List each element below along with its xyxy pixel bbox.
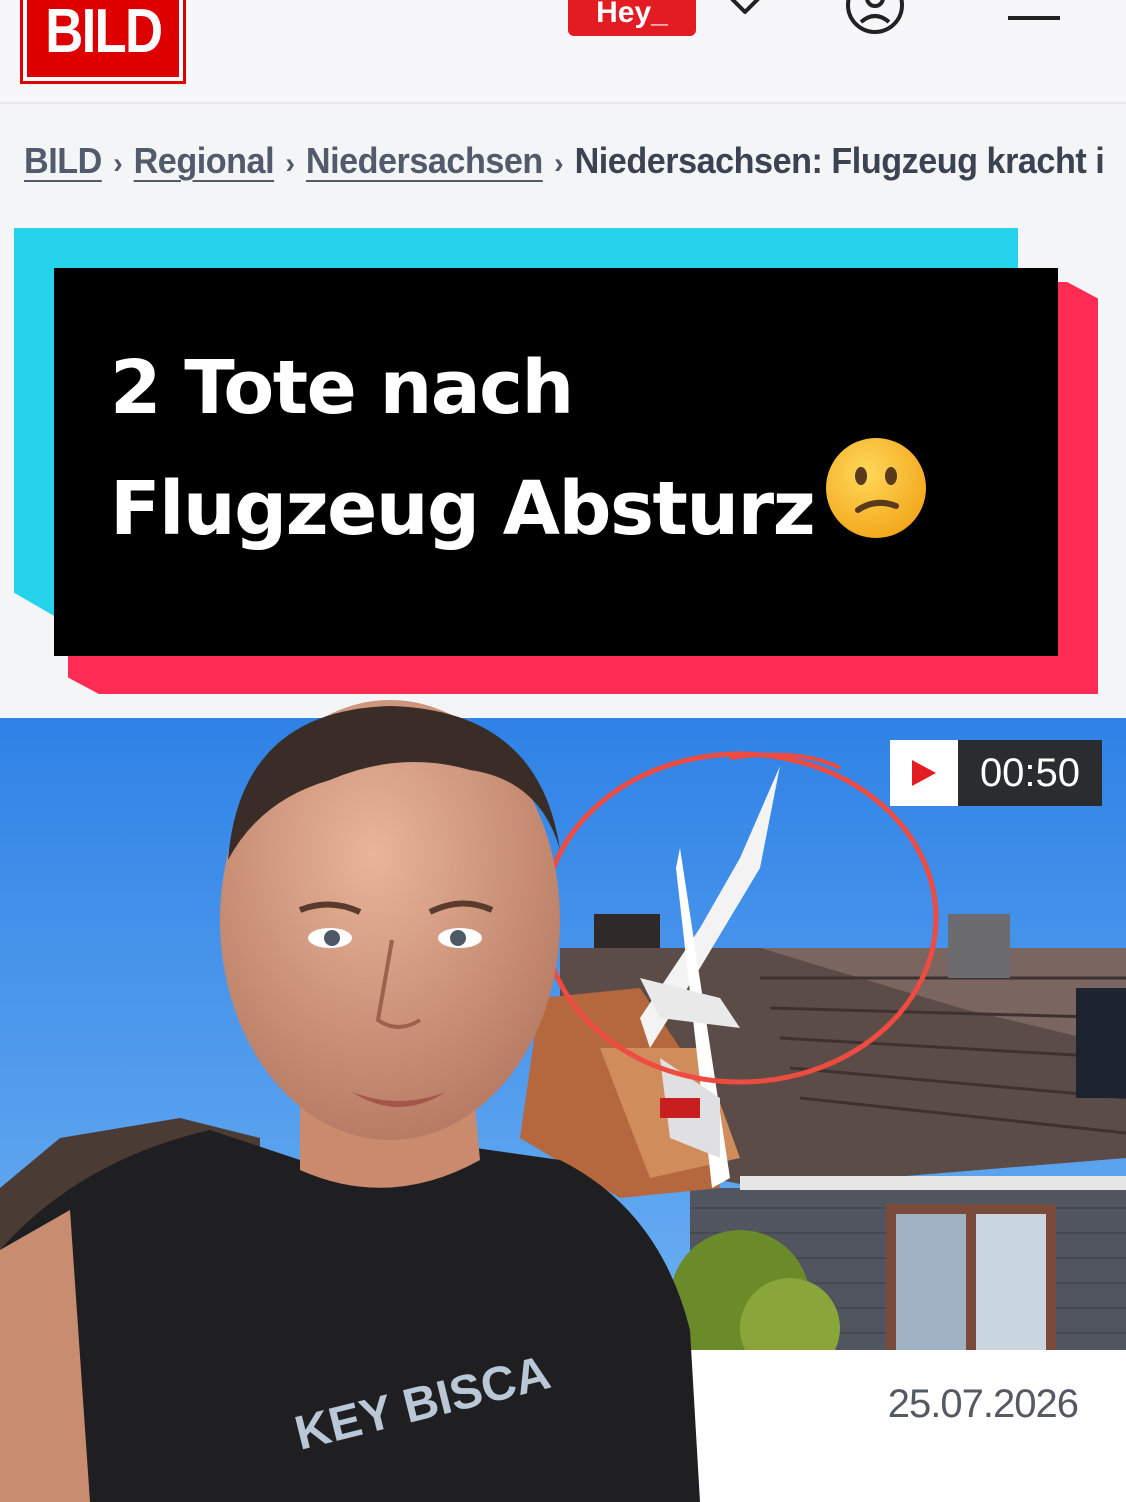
headline: 2 Tote nach Flugzeug Absturz <box>110 340 1040 563</box>
play-icon[interactable] <box>890 740 958 806</box>
chevron-right-icon: › <box>113 147 123 180</box>
account-icon[interactable] <box>844 0 906 36</box>
headline-line-2: Flugzeug Absturz <box>110 466 816 552</box>
breadcrumb-item-niedersachsen[interactable]: Niedersachsen <box>306 140 543 181</box>
site-header: BILD Hey_ <box>0 0 1126 104</box>
video-duration-badge[interactable]: 00:50 <box>890 740 1102 806</box>
breadcrumb-current: Niedersachsen: Flugzeug kracht i <box>574 140 1105 181</box>
article-date: 25.07.2026 <box>887 1382 1079 1426</box>
headline-line-1: 2 Tote nach <box>110 345 574 431</box>
chevron-right-icon: › <box>554 147 564 180</box>
menu-icon[interactable] <box>1006 0 1062 24</box>
logo-text: BILD <box>44 0 163 66</box>
breadcrumb-item-regional[interactable]: Regional <box>134 140 275 181</box>
heart-icon[interactable] <box>722 0 768 20</box>
confused-face-icon <box>824 436 928 563</box>
hey-button[interactable]: Hey_ <box>568 0 696 36</box>
bild-logo[interactable]: BILD <box>20 0 186 84</box>
breadcrumb-item-bild[interactable]: BILD <box>24 140 102 181</box>
video-duration: 00:50 <box>958 740 1102 806</box>
breadcrumb: BILD › Regional › Niedersachsen › Niedersachse… <box>24 140 1105 190</box>
chevron-right-icon: › <box>285 147 295 180</box>
creator-overlay-image: KEY BISCA <box>0 700 700 1502</box>
